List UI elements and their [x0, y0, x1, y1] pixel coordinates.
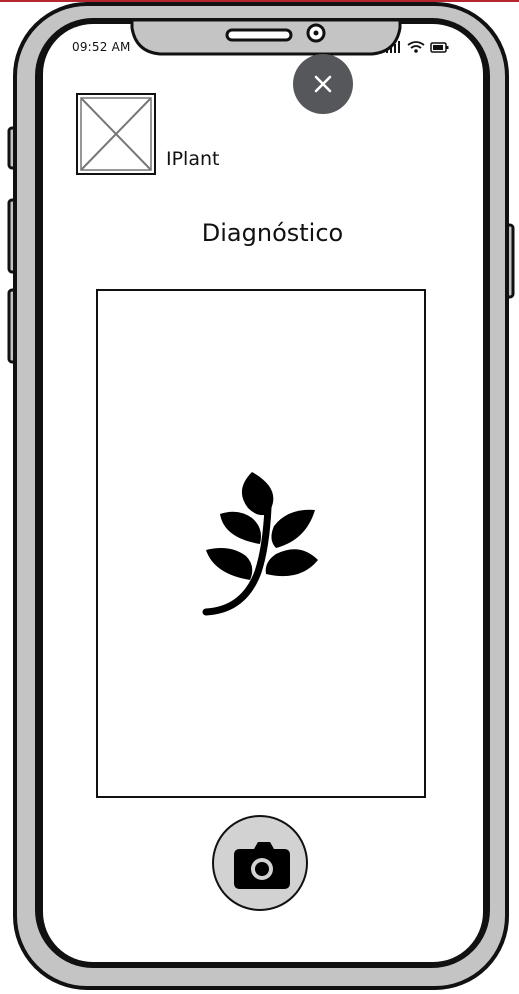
app-name: IPlant	[166, 148, 220, 170]
capture-button[interactable]	[212, 815, 308, 911]
status-time: 09:52 AM	[72, 40, 131, 54]
close-button[interactable]	[293, 54, 353, 114]
battery-icon	[430, 42, 449, 53]
camera-icon	[234, 842, 290, 889]
image-placeholder-icon	[76, 93, 156, 175]
leaf-icon	[202, 472, 318, 616]
status-icons	[386, 41, 449, 53]
signal-icon	[386, 41, 400, 53]
app-screen: 09:52 AM IPlant Diagnóstico	[0, 0, 519, 994]
close-icon	[314, 75, 332, 93]
page-title: Diagnóstico	[201, 219, 344, 247]
wifi-icon	[407, 41, 425, 53]
